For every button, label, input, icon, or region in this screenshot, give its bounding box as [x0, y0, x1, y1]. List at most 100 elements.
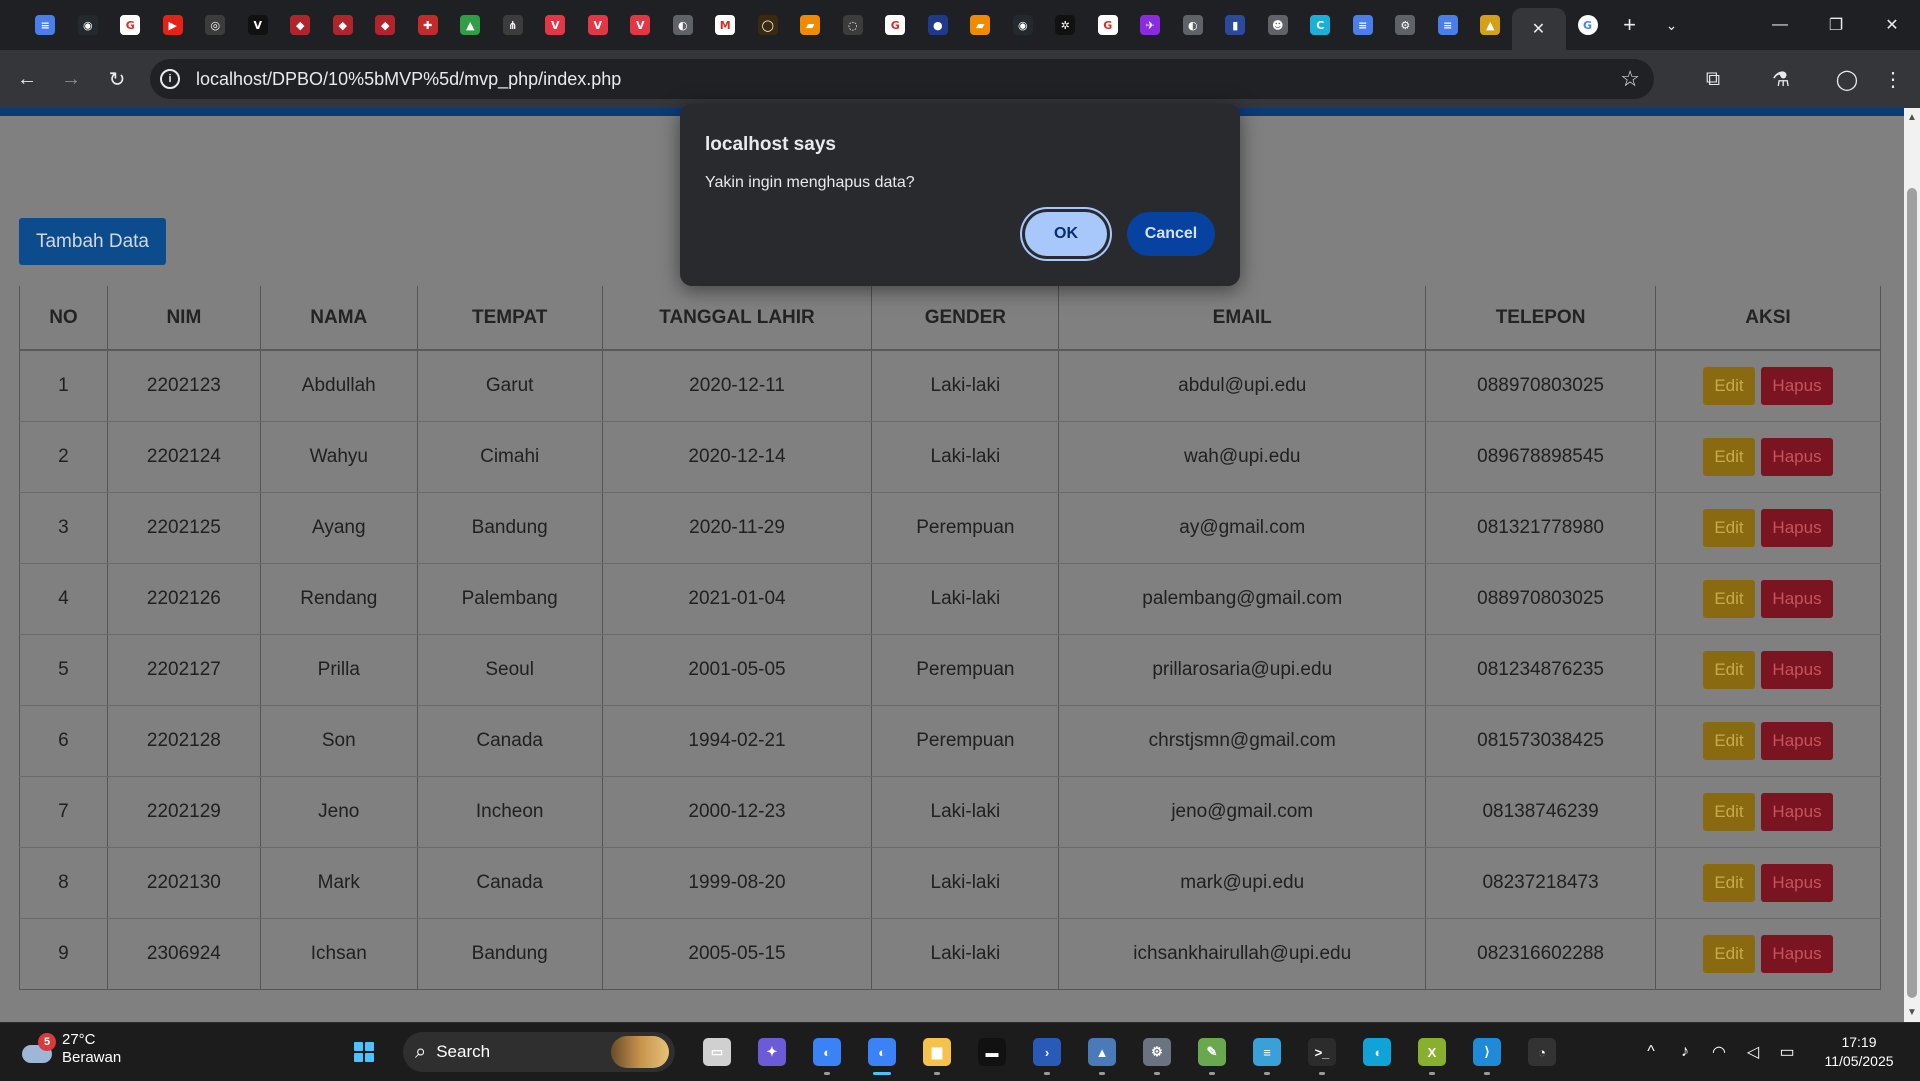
tab-google-tab-2[interactable]: G — [874, 0, 917, 50]
tab-graph-tab[interactable]: ⋔ — [492, 0, 535, 50]
tab-canva-tab[interactable]: C — [1299, 0, 1342, 50]
tab-docs-tab[interactable]: ≡ — [24, 0, 67, 50]
back-button[interactable]: ← — [12, 64, 42, 94]
delete-button[interactable]: Hapus — [1761, 722, 1833, 760]
tab-split-tab[interactable]: ▮ — [1214, 0, 1257, 50]
bookmark-star-icon[interactable]: ☆ — [1620, 66, 1640, 92]
tab-openai-tab[interactable]: ✲ — [1044, 0, 1087, 50]
tab-google[interactable]: G — [1566, 0, 1610, 50]
tab-cat-tab[interactable]: ☻ — [1257, 0, 1300, 50]
scroll-up-icon[interactable]: ▲ — [1907, 112, 1917, 123]
taskbar-app-notepad[interactable]: ≡ — [1242, 1027, 1292, 1077]
taskbar-app-file-explorer[interactable]: ▆ — [912, 1027, 962, 1077]
taskbar-app-app-red-dot[interactable]: ◔ — [1517, 1027, 1567, 1077]
delete-button[interactable]: Hapus — [1761, 438, 1833, 476]
tab-search-button[interactable]: ⌄ — [1650, 0, 1694, 50]
edit-button[interactable]: Edit — [1703, 580, 1755, 618]
tab-blue-circle-tab[interactable]: ● — [917, 0, 960, 50]
edit-button[interactable]: Edit — [1703, 438, 1755, 476]
extensions-icon[interactable]: ⧉ — [1698, 64, 1728, 94]
taskbar-app-task-manager[interactable]: ▲ — [1077, 1027, 1127, 1077]
edit-button[interactable]: Edit — [1703, 722, 1755, 760]
add-data-button[interactable]: Tambah Data — [19, 218, 166, 265]
tab-globe-tab-2[interactable]: ◐ — [1172, 0, 1215, 50]
tab-gift-tab[interactable]: ✚ — [407, 0, 450, 50]
tab-globe-tab[interactable]: ◐ — [662, 0, 705, 50]
url-text[interactable]: localhost/DPBO/10%5bMVP%5d/mvp_php/index… — [196, 69, 621, 90]
tab-gray-circle-tab[interactable]: ◎ — [194, 0, 237, 50]
active-tab[interactable]: ✕ — [1511, 8, 1566, 50]
tab-docs-tab-2[interactable]: ≡ — [1342, 0, 1385, 50]
tab-vo-tab[interactable]: V — [237, 0, 280, 50]
delete-button[interactable]: Hapus — [1761, 935, 1833, 973]
close-window-button[interactable]: ✕ — [1864, 0, 1920, 50]
tab-settings-tab[interactable]: ⚙ — [1384, 0, 1427, 50]
taskbar-app-settings[interactable]: ⚙ — [1132, 1027, 1182, 1077]
site-info-icon[interactable]: i — [160, 69, 180, 89]
address-bar[interactable]: i localhost/DPBO/10%5bMVP%5d/mvp_php/ind… — [150, 59, 1654, 99]
edit-button[interactable]: Edit — [1703, 935, 1755, 973]
taskbar-app-copilot[interactable]: ✦ — [747, 1027, 797, 1077]
tab-github-tab-2[interactable]: ◉ — [1002, 0, 1045, 50]
tab-upi-tab-2[interactable]: ◆ — [322, 0, 365, 50]
edit-button[interactable]: Edit — [1703, 651, 1755, 689]
tab-orange-tab-1[interactable]: ▰ — [789, 0, 832, 50]
forward-button[interactable]: → — [56, 64, 86, 94]
tab-v-red-tab-3[interactable]: V — [619, 0, 662, 50]
delete-button[interactable]: Hapus — [1761, 509, 1833, 547]
delete-button[interactable]: Hapus — [1761, 580, 1833, 618]
tab-ring-tab[interactable]: ◌ — [832, 0, 875, 50]
taskbar-app-xampp[interactable]: X — [1407, 1027, 1457, 1077]
tab-orange-ring-tab[interactable]: ◯ — [747, 0, 790, 50]
tab-youtube-tab[interactable]: ▶ — [152, 0, 195, 50]
browser-menu-icon[interactable]: ⋮ — [1878, 64, 1908, 94]
edit-button[interactable]: Edit — [1703, 793, 1755, 831]
taskbar-app-terminal-black[interactable]: ▬ — [967, 1027, 1017, 1077]
tab-google-tab[interactable]: G — [109, 0, 152, 50]
taskbar-app-task-view[interactable]: ▭ — [692, 1027, 742, 1077]
volume-icon[interactable]: ◁ — [1736, 1023, 1770, 1081]
scroll-thumb[interactable] — [1907, 188, 1917, 998]
tab-upi-tab-3[interactable]: ◆ — [364, 0, 407, 50]
weather-widget[interactable]: 5 27°C Berawan — [22, 1031, 121, 1067]
delete-button[interactable]: Hapus — [1761, 864, 1833, 902]
taskbar-app-powershell[interactable]: › — [1022, 1027, 1072, 1077]
profile-icon[interactable]: ◯ — [1832, 64, 1862, 94]
battery-icon[interactable]: ▭ — [1770, 1023, 1804, 1081]
tab-upi-tab-1[interactable]: ◆ — [279, 0, 322, 50]
edit-button[interactable]: Edit — [1703, 509, 1755, 547]
tab-github-tab[interactable]: ◉ — [67, 0, 110, 50]
taskbar-app-chrome-profile-1[interactable]: ◐ — [802, 1027, 852, 1077]
taskbar-search[interactable]: ⌕ Search — [403, 1032, 675, 1072]
taskbar-app-chrome-profile-2[interactable]: ◐ — [857, 1027, 907, 1077]
page-scrollbar[interactable]: ▲ ▼ — [1904, 108, 1920, 1022]
clock[interactable]: 17:19 11/05/2025 — [1804, 1033, 1920, 1071]
tab-bird-tab[interactable]: ✈ — [1129, 0, 1172, 50]
tab-v-red-tab-1[interactable]: V — [534, 0, 577, 50]
delete-button[interactable]: Hapus — [1761, 651, 1833, 689]
edit-button[interactable]: Edit — [1703, 367, 1755, 405]
new-tab-button[interactable]: + — [1610, 0, 1650, 50]
wifi-icon[interactable]: ◠ — [1702, 1023, 1736, 1081]
edit-button[interactable]: Edit — [1703, 864, 1755, 902]
taskbar-app-edge[interactable]: ◖ — [1352, 1027, 1402, 1077]
minimize-button[interactable]: — — [1752, 0, 1808, 50]
tab-v-red-tab-2[interactable]: V — [577, 0, 620, 50]
cancel-button[interactable]: Cancel — [1127, 212, 1215, 256]
delete-button[interactable]: Hapus — [1761, 367, 1833, 405]
taskbar-app-vscode[interactable]: ⟩ — [1462, 1027, 1512, 1077]
maximize-button[interactable]: ❐ — [1808, 0, 1864, 50]
tab-gmail-tab[interactable]: M — [704, 0, 747, 50]
tray-chevron-icon[interactable]: ^ — [1634, 1023, 1668, 1081]
tab-google-tab-3[interactable]: G — [1087, 0, 1130, 50]
tab-orange-tab-2[interactable]: ▰ — [959, 0, 1002, 50]
tab-docs-tab-3[interactable]: ≡ — [1427, 0, 1470, 50]
scroll-down-icon[interactable]: ▼ — [1907, 1007, 1917, 1018]
delete-button[interactable]: Hapus — [1761, 793, 1833, 831]
ok-button[interactable]: OK — [1025, 212, 1107, 256]
close-tab-icon[interactable]: ✕ — [1532, 19, 1545, 39]
tab-drive-tab[interactable]: ▲ — [449, 0, 492, 50]
microphone-icon[interactable]: ♪ — [1668, 1023, 1702, 1081]
start-button[interactable] — [346, 1034, 382, 1070]
taskbar-app-notepad-plus[interactable]: ✎ — [1187, 1027, 1237, 1077]
